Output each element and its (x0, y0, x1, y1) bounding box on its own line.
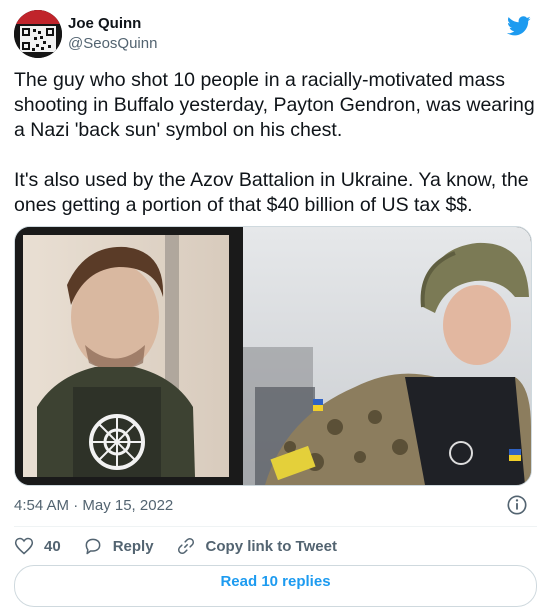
tweet-media[interactable] (14, 226, 532, 486)
user-handle[interactable]: @SeosQuinn (68, 34, 157, 54)
copy-link-label: Copy link to Tweet (205, 537, 337, 555)
tweet-actions: 40 Reply Copy link to Tweet (14, 535, 359, 557)
like-button[interactable]: 40 (14, 536, 61, 556)
avatar[interactable] (14, 10, 62, 58)
like-count: 40 (44, 537, 61, 555)
heart-icon (14, 537, 34, 555)
tweet-timestamp[interactable]: 4:54 AM · May 15, 2022 (14, 496, 173, 516)
reply-icon (85, 538, 101, 555)
reply-label: Reply (112, 537, 154, 555)
twitter-bird-icon[interactable] (507, 14, 531, 38)
tweet-header: Joe Quinn @SeosQuinn (14, 10, 537, 60)
display-name[interactable]: Joe Quinn (68, 14, 157, 34)
media-photos (15, 227, 531, 485)
info-icon[interactable] (506, 494, 528, 516)
link-icon (177, 537, 194, 555)
read-replies-button[interactable]: Read 10 replies (14, 565, 537, 607)
divider (14, 526, 537, 527)
tweet-text: The guy who shot 10 people in a racially… (14, 69, 535, 216)
copy-link-button[interactable]: Copy link to Tweet (176, 536, 337, 556)
author-block[interactable]: Joe Quinn @SeosQuinn (68, 14, 157, 54)
tweet-card: Joe Quinn @SeosQuinn The guy who shot 10… (0, 0, 551, 607)
reply-button[interactable]: Reply (83, 536, 154, 556)
